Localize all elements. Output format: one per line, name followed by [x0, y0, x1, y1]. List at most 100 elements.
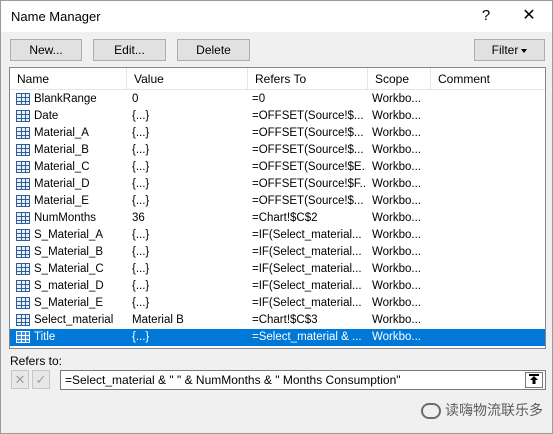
table-row[interactable]: S_Material_E {...} =IF(Select_material... W…	[10, 295, 545, 312]
cell-comment	[438, 108, 543, 125]
cell-name: S_Material_C	[34, 263, 104, 275]
named-range-icon	[16, 144, 30, 156]
cell-refers-to: =IF(Select_material...	[252, 263, 362, 275]
cell-value: {...}	[132, 280, 150, 292]
cell-scope: Workbo...	[372, 297, 421, 309]
table-row[interactable]: S_Material_A {...} =IF(Select_material... W…	[10, 227, 545, 244]
named-range-icon	[16, 110, 30, 122]
cell-comment	[438, 193, 543, 210]
cell-name: Date	[34, 110, 59, 122]
cell-value: {...}	[132, 229, 150, 241]
column-header-comment[interactable]: Comment	[431, 68, 545, 90]
table-row[interactable]: S_Material_B {...} =IF(Select_material... W…	[10, 244, 545, 261]
collapse-arrow-icon	[529, 374, 539, 384]
cell-value: Material B	[132, 314, 184, 326]
cell-scope: Workbo...	[372, 178, 421, 190]
cell-value: {...}	[132, 263, 150, 275]
cell-refers-to: =OFFSET(Source!$...	[252, 195, 364, 207]
column-header-value[interactable]: Value	[127, 68, 248, 90]
column-header-name[interactable]: Name	[10, 68, 127, 90]
cell-scope: Workbo...	[372, 161, 421, 173]
name-manager-dialog: Name Manager ? ✕ New... Edit... Delete F…	[0, 0, 553, 434]
named-range-icon	[16, 229, 30, 241]
table-row[interactable]: Title {...} =Select_material & ... Workbo..…	[10, 329, 545, 346]
named-range-icon	[16, 93, 30, 105]
cell-scope: Workbo...	[372, 263, 421, 275]
table-row[interactable]: NumMonths 36 =Chart!$C$2 Workbo...	[10, 210, 545, 227]
cell-name: Material_D	[34, 178, 90, 190]
column-header-refers-to[interactable]: Refers To	[248, 68, 368, 90]
wechat-logo-icon	[421, 403, 441, 420]
cell-comment	[438, 295, 543, 312]
collapse-dialog-icon[interactable]	[525, 372, 543, 388]
cell-comment	[438, 176, 543, 193]
confirm-edit-icon[interactable]: ✓	[32, 370, 50, 389]
cell-refers-to: =IF(Select_material...	[252, 297, 362, 309]
cell-scope: Workbo...	[372, 314, 421, 326]
cell-name: Select_material	[34, 314, 114, 326]
close-button[interactable]: ✕	[515, 5, 543, 27]
cell-name: S_material_D	[34, 280, 104, 292]
named-range-icon	[16, 246, 30, 258]
cancel-edit-icon[interactable]: ✕	[11, 370, 29, 389]
watermark: 读嗨物流联乐多	[421, 400, 543, 420]
filter-button[interactable]: Filter	[474, 39, 545, 61]
cell-name: S_Material_B	[34, 246, 104, 258]
cell-comment	[438, 312, 543, 329]
cell-scope: Workbo...	[372, 110, 421, 122]
cell-refers-to: =OFFSET(Source!$E...	[252, 161, 366, 173]
cell-comment	[438, 244, 543, 261]
cell-refers-to: =Select_material & ...	[252, 331, 362, 343]
cell-value: {...}	[132, 127, 150, 139]
cell-value: 0	[132, 93, 139, 105]
title-bar: Name Manager ? ✕	[1, 1, 552, 32]
cell-value: {...}	[132, 195, 150, 207]
table-row[interactable]: Date {...} =OFFSET(Source!$... Workbo...	[10, 108, 545, 125]
cell-refers-to: =Chart!$C$3	[252, 314, 318, 326]
delete-button[interactable]: Delete	[177, 39, 250, 61]
table-row[interactable]: Material_E {...} =OFFSET(Source!$... Workbo…	[10, 193, 545, 210]
new-button[interactable]: New...	[10, 39, 82, 61]
table-row[interactable]: S_material_D {...} =IF(Select_material... W…	[10, 278, 545, 295]
dialog-title: Name Manager	[11, 9, 101, 24]
cell-name: Title	[34, 331, 56, 343]
cell-comment	[438, 91, 543, 108]
names-list[interactable]: Name Value Refers To Scope Comment Blank…	[9, 67, 546, 349]
cell-scope: Workbo...	[372, 144, 421, 156]
table-row[interactable]: Material_D {...} =OFFSET(Source!$F... Workb…	[10, 176, 545, 193]
table-row[interactable]: BlankRange 0 =0 Workbo...	[10, 91, 545, 108]
cell-name: Material_B	[34, 144, 89, 156]
table-row[interactable]: Material_B {...} =OFFSET(Source!$... Workbo…	[10, 142, 545, 159]
cell-refers-to: =OFFSET(Source!$...	[252, 110, 364, 122]
edit-button-label: Edit...	[114, 43, 145, 57]
column-header-scope[interactable]: Scope	[368, 68, 431, 90]
cell-value: {...}	[132, 178, 150, 190]
cell-value: 36	[132, 212, 145, 224]
cell-comment	[438, 142, 543, 159]
watermark-text: 读嗨物流联乐多	[445, 402, 543, 418]
cell-name: Material_C	[34, 161, 90, 173]
table-row[interactable]: S_Material_C {...} =IF(Select_material... W…	[10, 261, 545, 278]
cell-refers-to: =IF(Select_material...	[252, 280, 362, 292]
cell-comment	[438, 261, 543, 278]
cell-value: {...}	[132, 161, 150, 173]
cell-comment	[438, 159, 543, 176]
help-button[interactable]: ?	[475, 5, 497, 27]
table-row[interactable]: Material_C {...} =OFFSET(Source!$E... Workb…	[10, 159, 545, 176]
cell-comment	[438, 210, 543, 227]
cell-refers-to: =OFFSET(Source!$F...	[252, 178, 366, 190]
cell-comment	[438, 227, 543, 244]
table-row[interactable]: Select_material Material B =Chart!$C$3 Work…	[10, 312, 545, 329]
named-range-icon	[16, 127, 30, 139]
table-row[interactable]: Material_A {...} =OFFSET(Source!$... Workbo…	[10, 125, 545, 142]
delete-button-label: Delete	[196, 43, 231, 57]
named-range-icon	[16, 212, 30, 224]
cell-scope: Workbo...	[372, 212, 421, 224]
refers-to-input[interactable]: =Select_material & " " & NumMonths & " M…	[60, 370, 546, 390]
cell-value: {...}	[132, 110, 150, 122]
list-rows: BlankRange 0 =0 Workbo... Date {...} =OFFSET(S…	[10, 91, 545, 346]
cell-refers-to: =Chart!$C$2	[252, 212, 318, 224]
cell-name: S_Material_A	[34, 229, 104, 241]
cell-comment	[438, 329, 543, 346]
edit-button[interactable]: Edit...	[93, 39, 166, 61]
